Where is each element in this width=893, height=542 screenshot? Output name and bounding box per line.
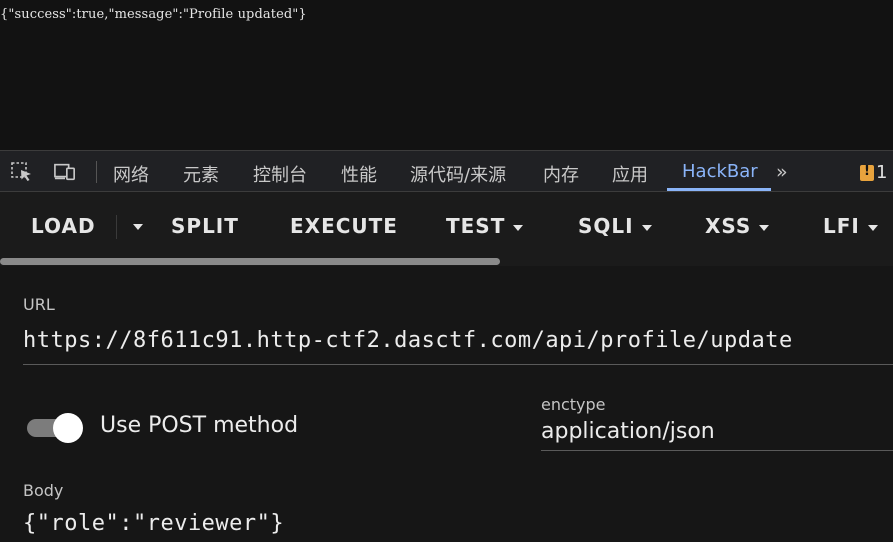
test-menu-button[interactable]: TEST xyxy=(446,214,524,238)
toolbar-divider xyxy=(116,215,117,239)
sqli-menu-label: SQLI xyxy=(578,214,634,238)
more-tabs-icon[interactable]: » xyxy=(776,161,788,183)
tab-sources[interactable]: 源代码/来源 xyxy=(410,161,506,187)
tab-elements[interactable]: 元素 xyxy=(183,161,219,187)
device-toolbar-icon[interactable] xyxy=(54,162,76,182)
sqli-menu-button[interactable]: SQLI xyxy=(578,214,652,238)
url-field-underline xyxy=(23,364,893,365)
chevron-down-icon xyxy=(513,224,524,231)
load-button[interactable]: LOAD xyxy=(31,214,96,238)
body-label: Body xyxy=(23,481,64,500)
enctype-select[interactable]: application/json xyxy=(541,419,715,444)
hackbar-form xyxy=(0,266,893,542)
lfi-menu-button[interactable]: LFI xyxy=(823,214,878,238)
toolbar-separator xyxy=(96,161,97,183)
hackbar-toolbar: LOAD SPLIT EXECUTE TEST SQLI XSS LFI xyxy=(0,192,893,266)
chevron-down-icon xyxy=(641,224,652,231)
response-panel: {"success":true,"message":"Profile updat… xyxy=(0,0,893,150)
tab-hackbar[interactable]: HackBar xyxy=(682,161,758,182)
enctype-underline xyxy=(541,450,893,451)
tab-application[interactable]: 应用 xyxy=(612,161,648,187)
post-method-toggle[interactable] xyxy=(25,413,85,443)
inspect-element-icon[interactable] xyxy=(11,162,33,182)
tab-performance[interactable]: 性能 xyxy=(341,161,377,187)
url-field[interactable]: https://8f611c91.http-ctf2.dasctf.com/ap… xyxy=(23,328,793,353)
url-label: URL xyxy=(23,295,55,314)
xss-menu-label: XSS xyxy=(705,214,752,238)
load-dropdown-icon[interactable] xyxy=(133,224,143,230)
lfi-menu-label: LFI xyxy=(823,214,860,238)
test-menu-label: TEST xyxy=(446,214,506,238)
toggle-knob xyxy=(53,413,83,443)
chevron-down-icon xyxy=(759,224,770,231)
tab-console[interactable]: 控制台 xyxy=(253,161,307,187)
devtools-tab-bar: 网络 元素 控制台 性能 源代码/来源 内存 应用 HackBar » 1 xyxy=(0,150,893,192)
post-method-label: Use POST method xyxy=(100,413,299,438)
enctype-label: enctype xyxy=(541,395,606,414)
body-field[interactable]: {"role":"reviewer"} xyxy=(23,511,284,536)
issues-count: 1 xyxy=(876,162,888,183)
warning-icon xyxy=(860,164,874,181)
toolbar-scrollbar[interactable] xyxy=(0,258,500,265)
execute-button[interactable]: EXECUTE xyxy=(290,214,398,238)
split-button[interactable]: SPLIT xyxy=(171,214,239,238)
response-body-text: {"success":true,"message":"Profile updat… xyxy=(0,7,307,22)
chevron-down-icon xyxy=(867,224,878,231)
xss-menu-button[interactable]: XSS xyxy=(705,214,770,238)
active-tab-indicator xyxy=(667,188,771,191)
tab-memory[interactable]: 内存 xyxy=(543,161,579,187)
tab-network[interactable]: 网络 xyxy=(113,161,149,187)
issues-counter[interactable]: 1 xyxy=(860,162,887,183)
